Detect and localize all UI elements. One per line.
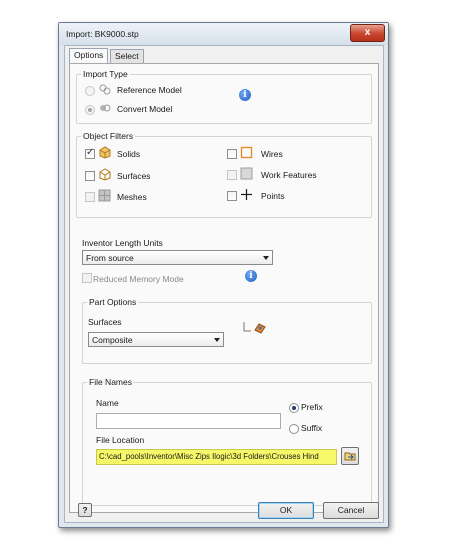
work-features-checkbox[interactable] [227, 170, 237, 180]
import-type-label: Import Type [81, 69, 130, 79]
chevron-down-icon [214, 338, 220, 342]
help-button[interactable]: ? [78, 503, 92, 517]
reduced-memory-info-icon[interactable]: i [245, 270, 257, 282]
object-filters-group: Object Filters ✓ Solids Surfaces Meshes [76, 131, 372, 218]
part-surfaces-value: Composite [92, 335, 133, 345]
object-filters-label: Object Filters [81, 131, 136, 141]
work-features-icon [240, 167, 253, 182]
part-options-label: Part Options [87, 297, 139, 307]
solid-cube-icon [98, 146, 112, 161]
solids-label: Solids [117, 149, 141, 159]
points-checkbox[interactable] [227, 191, 237, 201]
part-options-group: Part Options Surfaces Composite [82, 297, 372, 364]
length-units-value: From source [86, 253, 134, 263]
tab-select[interactable]: Select [110, 49, 144, 63]
surfaces-label: Surfaces [117, 171, 151, 181]
suffix-radio[interactable] [289, 424, 299, 434]
name-label: Name [96, 398, 119, 408]
file-names-label: File Names [87, 377, 134, 387]
meshes-label: Meshes [117, 192, 147, 202]
browse-folder-button[interactable] [341, 447, 359, 465]
file-location-label: File Location [96, 435, 145, 445]
reference-model-radio[interactable] [85, 86, 95, 96]
part-surfaces-select[interactable]: Composite [88, 332, 224, 347]
surfaces-checkbox[interactable] [85, 171, 95, 181]
wires-label: Wires [261, 149, 283, 159]
composite-preview-icon [243, 321, 267, 337]
prefix-label: Prefix [301, 402, 323, 412]
import-type-info-icon[interactable]: i [239, 89, 251, 101]
length-units-select[interactable]: From source [82, 250, 273, 265]
folder-browse-icon [344, 452, 356, 461]
file-location-value: C:\cad_pools\Inventor\Misc Zips Ilogic\3… [99, 452, 319, 461]
tab-options[interactable]: Options [69, 48, 109, 63]
meshes-checkbox[interactable] [85, 192, 95, 202]
file-names-group: File Names Name Prefix Suffix File Locat… [82, 377, 372, 506]
reference-model-icon [99, 83, 111, 97]
chevron-down-icon [263, 256, 269, 260]
reduced-memory-label: Reduced Memory Mode [93, 274, 184, 284]
part-surfaces-label: Surfaces [88, 317, 122, 327]
file-location-input[interactable]: C:\cad_pools\Inventor\Misc Zips Ilogic\3… [96, 449, 337, 465]
wires-checkbox[interactable] [227, 149, 237, 159]
convert-model-label: Convert Model [117, 104, 173, 114]
mesh-icon [98, 189, 111, 204]
surface-cube-icon [98, 168, 112, 183]
work-features-label: Work Features [261, 170, 317, 180]
import-dialog: Import: BK9000.stp x Options Select Impo… [58, 22, 389, 528]
convert-model-radio[interactable] [85, 105, 95, 115]
ok-button[interactable]: OK [258, 502, 314, 519]
convert-model-icon [99, 102, 111, 116]
length-units-label: Inventor Length Units [82, 238, 163, 248]
title-bar[interactable]: Import: BK9000.stp x [59, 23, 388, 45]
points-label: Points [261, 191, 285, 201]
cancel-button[interactable]: Cancel [323, 502, 379, 519]
reference-model-label: Reference Model [117, 85, 182, 95]
solids-checkbox[interactable]: ✓ [85, 147, 95, 159]
close-button[interactable]: x [350, 24, 385, 42]
suffix-label: Suffix [301, 423, 323, 433]
dialog-client-area: Options Select Import Type Reference Mod… [64, 45, 384, 523]
prefix-radio[interactable] [289, 403, 299, 413]
reduced-memory-checkbox[interactable] [82, 273, 92, 283]
dialog-title: Import: BK9000.stp [66, 29, 139, 39]
name-input[interactable] [96, 413, 281, 429]
options-panel: Import Type Reference Model Convert Mode… [69, 63, 379, 513]
wire-square-icon [240, 146, 253, 161]
point-cross-icon [240, 188, 253, 203]
import-type-group: Import Type Reference Model Convert Mode… [76, 69, 372, 124]
